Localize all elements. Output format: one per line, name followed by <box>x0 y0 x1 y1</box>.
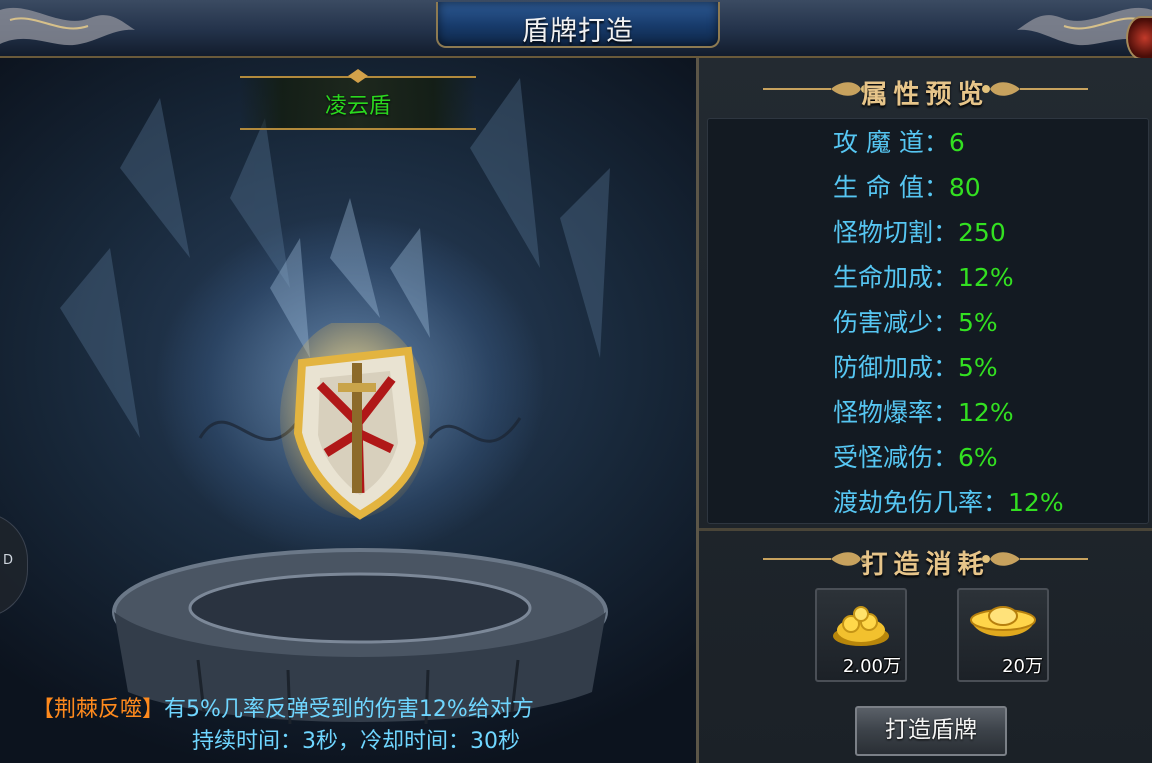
attribute-row: 生 命 值：80 <box>833 168 981 204</box>
skill-description: 【荆棘反噬】有5%几率反弹受到的伤害12%给对方 持续时间：3秒，冷却时间：30… <box>32 694 692 754</box>
attribute-label: 渡劫免伤几率： <box>833 488 1009 517</box>
window-title: 盾牌打造 <box>522 16 634 47</box>
forge-shield-button[interactable]: 打造盾牌 <box>855 706 1007 756</box>
gold-coins-icon <box>833 606 889 646</box>
attribute-label: 生 命 值： <box>833 173 949 202</box>
attribute-label: 怪物切割： <box>833 218 959 247</box>
item-name-plate: 凌云盾 <box>240 69 476 130</box>
attribute-row: 防御加成：5% <box>833 348 998 384</box>
attribute-value: 5% <box>958 308 998 337</box>
scroll-ornament-right-icon <box>982 552 1088 566</box>
attribute-row: 怪物爆率：12% <box>833 393 1014 429</box>
attribute-row: 怪物切割：250 <box>833 213 1006 249</box>
cost-amount: 20万 <box>1002 656 1043 677</box>
shield-forge-window: 盾牌打造 凌云盾 D 【荆棘反噬】有5%几率反弹受到的伤害12%给对方 持续时间… <box>0 0 1152 763</box>
attribute-label: 伤害减少： <box>833 308 959 337</box>
attribute-row: 生命加成：12% <box>833 258 1014 294</box>
attribute-value: 12% <box>958 398 1014 427</box>
gold-ingot-icon <box>970 606 1036 637</box>
attribute-label: 受怪减伤： <box>833 443 959 472</box>
shield-icon[interactable] <box>280 323 430 523</box>
attribute-value: 6% <box>958 443 998 472</box>
info-panel: 属性预览 攻 魔 道：6 生 命 值：80 怪物切割：250 生命加成：12% … <box>699 58 1152 763</box>
cost-item-ingot[interactable]: 20万 <box>957 588 1049 682</box>
dragon-ornament-left-icon <box>0 7 135 46</box>
close-button[interactable] <box>1126 16 1152 60</box>
attribute-row: 攻 魔 道：6 <box>833 123 965 159</box>
attribute-label: 攻 魔 道： <box>833 128 949 157</box>
attribute-row: 渡劫免伤几率：12% <box>833 483 1064 519</box>
section-divider <box>699 528 1152 531</box>
attribute-label: 防御加成： <box>833 353 959 382</box>
shield-showcase: 凌云盾 D 【荆棘反噬】有5%几率反弹受到的伤害12%给对方 持续时间：3秒，冷… <box>0 58 699 763</box>
attribute-label: 生命加成： <box>833 263 959 292</box>
cost-item-gold[interactable]: 2.00万 <box>815 588 907 682</box>
skill-effect-text: 有5%几率反弹受到的伤害12%给对方 <box>164 697 534 722</box>
attribute-value: 6 <box>948 128 965 157</box>
attribute-value: 250 <box>958 218 1006 247</box>
side-tab-label: D <box>3 553 14 568</box>
attribute-value: 12% <box>1008 488 1064 517</box>
attributes-list: 攻 魔 道：6 生 命 值：80 怪物切割：250 生命加成：12% 伤害减少：… <box>707 118 1149 524</box>
cost-amount: 2.00万 <box>842 656 901 677</box>
skill-name: 【荆棘反噬】 <box>32 697 165 722</box>
attribute-label: 怪物爆率： <box>833 398 959 427</box>
attributes-header: 属性预览 <box>699 62 1152 114</box>
attribute-value: 5% <box>958 353 998 382</box>
title-bar: 盾牌打造 <box>0 0 1152 60</box>
cost-header: 打造消耗 <box>699 532 1152 584</box>
attribute-value: 80 <box>948 173 981 202</box>
attribute-row: 受怪减伤：6% <box>833 438 998 474</box>
skill-duration-text: 持续时间：3秒，冷却时间：30秒 <box>192 729 520 754</box>
scroll-ornament-right-icon <box>982 82 1088 96</box>
item-name: 凌云盾 <box>324 94 391 119</box>
attribute-row: 伤害减少：5% <box>833 303 998 339</box>
diamond-ornament-icon <box>348 69 368 83</box>
title-plate: 盾牌打造 <box>436 2 720 48</box>
attribute-value: 12% <box>958 263 1014 292</box>
